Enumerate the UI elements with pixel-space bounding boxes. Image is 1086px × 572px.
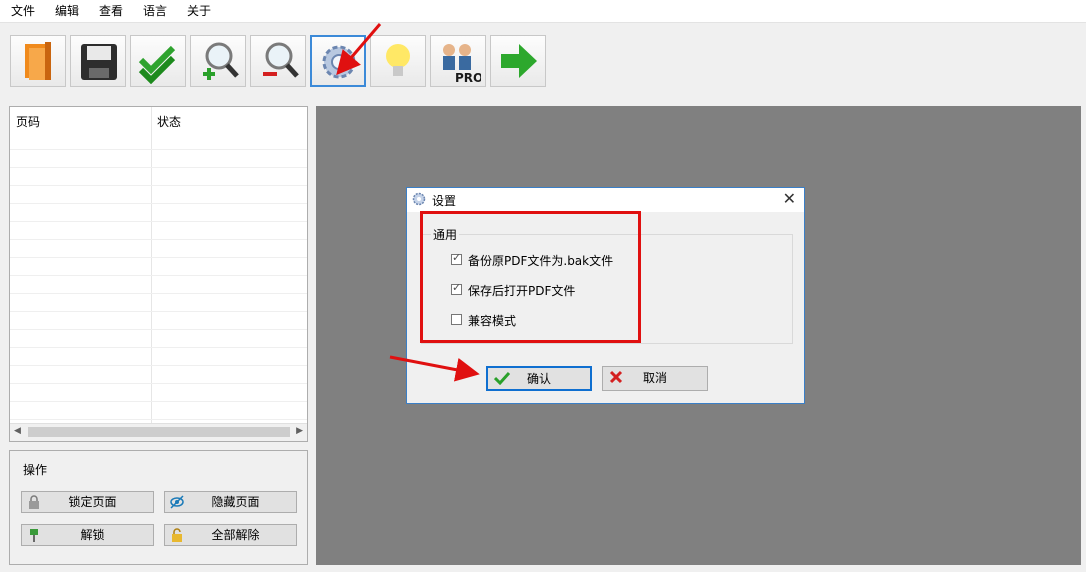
arrow-to-settings (336, 23, 382, 76)
annotation-arrows (336, 23, 480, 382)
arrow-to-ok (389, 355, 480, 382)
